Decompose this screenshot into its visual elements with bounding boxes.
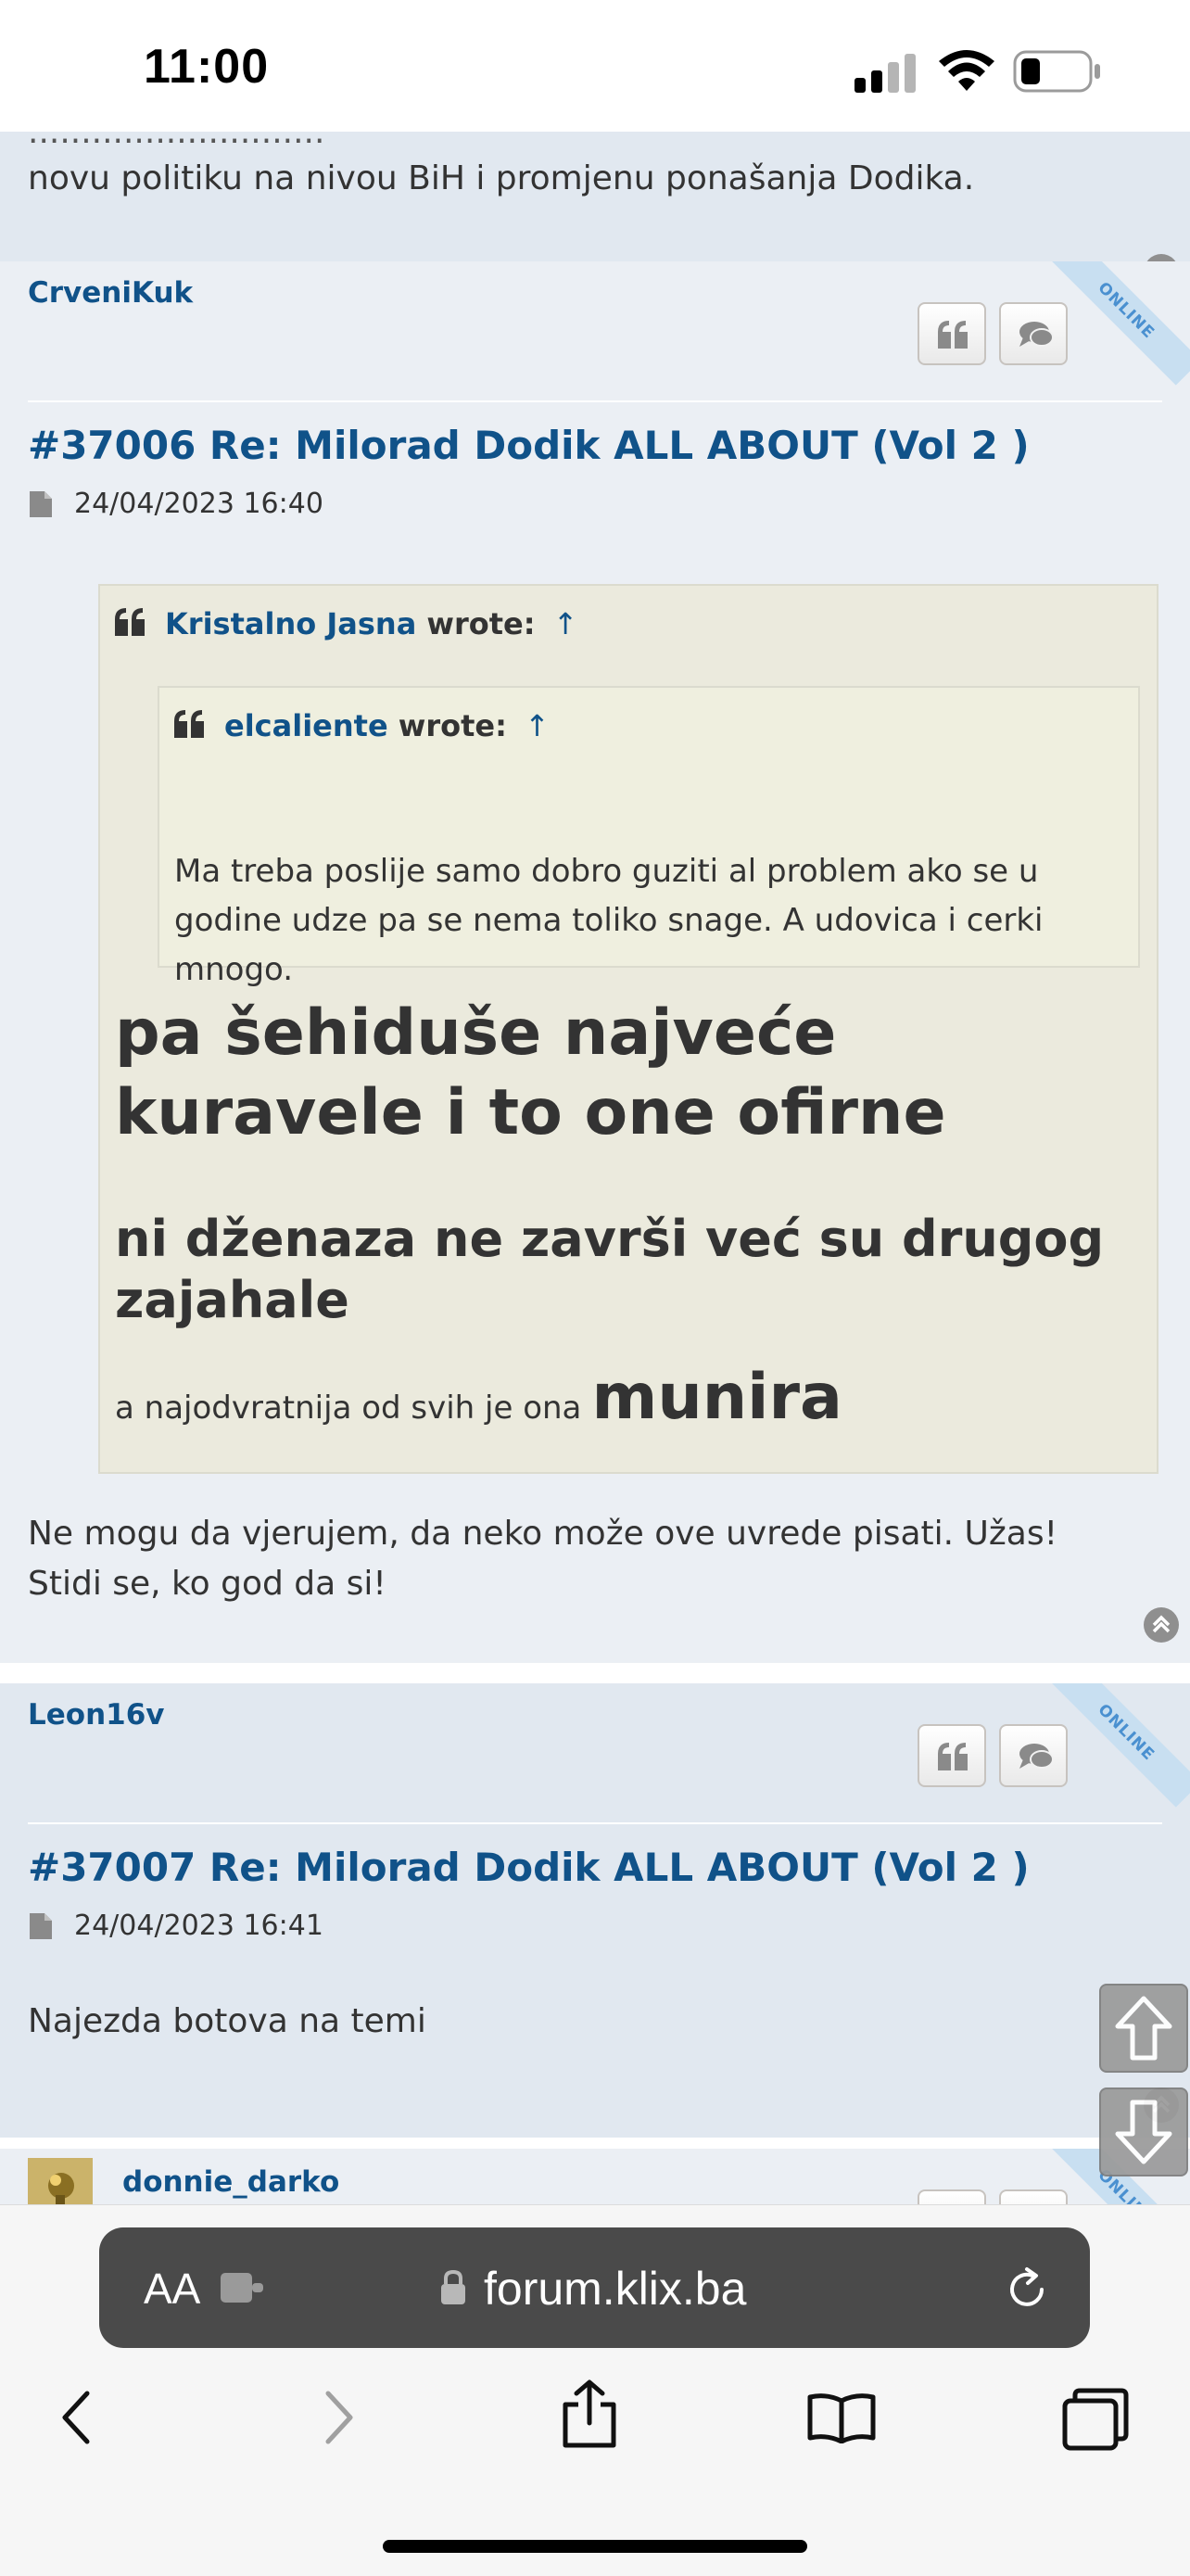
comments-icon [1019,322,1054,347]
post-date: 24/04/2023 16:41 [74,1910,323,1942]
arrow-down-icon [1115,2100,1172,2164]
status-bar: 11:00 [0,0,1190,132]
bookmarks-icon[interactable] [806,2392,877,2443]
post-date: 24/04/2023 16:40 [74,488,323,520]
quote-mark-icon [115,608,145,636]
home-indicator [383,2540,807,2553]
quote-button[interactable] [918,2189,986,2204]
post-author[interactable]: donnie_darko [122,2165,339,2199]
post-body: Najezda botova na temi [28,2002,426,2040]
inner-quote: elcaliente wrote: ↑ Ma treba poslije sam… [158,686,1140,988]
quote-button[interactable] [918,1724,986,1787]
previous-post-text: novu politiku na nivou BiH i promjenu po… [28,159,975,197]
online-badge: ONLINE [1051,1683,1190,1808]
document-icon [30,491,52,517]
cellular-signal-icon [855,54,916,93]
share-icon[interactable] [560,2379,619,2449]
post-divider [28,400,1162,402]
quote-icon [938,321,968,349]
post-divider [28,1822,1162,1824]
text-size-button[interactable]: AA [144,2264,200,2314]
lock-icon [441,2269,465,2304]
arrow-up-icon [1115,1996,1172,2061]
quote-source-link[interactable]: ↑ [525,708,550,743]
outer-quote: Kristalno Jasna wrote: ↑ elcaliente wrot… [98,584,1158,1474]
quote-icon [938,1743,968,1770]
quote-big-word: munira [591,1361,842,1434]
forward-icon[interactable] [321,2388,358,2447]
post-37007: Leon16v ONLINE #37007 Re: Milorad Dodik … [0,1683,1190,2138]
quote-source-link[interactable]: ↑ [553,606,578,641]
quote-mark-icon [174,710,204,738]
inner-quote-text: Ma treba poslije samo dobro guziti al pr… [174,853,1044,988]
quote-small-text: a najodvratnija od svih je ona [115,1390,582,1427]
post-title[interactable]: #37007 Re: Milorad Dodik ALL ABOUT (Vol … [28,1845,1030,1890]
post-body: Ne mogu da vjerujem, da neko može ove uv… [28,1515,1058,1603]
quote-large-line-2: ni dženaza ne završi već su drugog zajah… [115,1210,1105,1329]
inner-quote-header: elcaliente wrote: ↑ [224,708,550,743]
reply-button[interactable] [999,302,1068,365]
comments-icon [1019,1744,1054,1769]
scroll-up-button[interactable] [1099,1984,1188,2073]
extension-icon[interactable] [219,2269,267,2306]
post-37006: CrveniKuk ONLINE #37006 Re: Milorad Dodi… [0,261,1190,1663]
wifi-icon [939,50,994,91]
online-badge: ONLINE [1051,261,1190,386]
quote-large-line-1: pa šehiduše najveće kuravele i to one of… [115,996,946,1149]
quote-last-line: a najodvratnija od svih je ona munira [115,1361,842,1434]
url-text[interactable]: forum.klix.ba [484,2262,746,2316]
status-time: 11:00 [144,40,270,94]
post-partial: donnie_darko ONLINE [0,2149,1190,2204]
post-author[interactable]: Leon16v [28,1698,165,1732]
quote-wrote-label: wrote: [398,708,507,743]
quote-author-link[interactable]: Kristalno Jasna [165,606,416,641]
post-title[interactable]: #37006 Re: Milorad Dodik ALL ABOUT (Vol … [28,423,1030,468]
document-icon [30,1913,52,1939]
reload-icon[interactable] [1005,2265,1051,2314]
scroll-down-button[interactable] [1099,2087,1188,2176]
forum-content[interactable]: ............................ novu politi… [0,132,1190,2204]
back-icon[interactable] [57,2388,95,2447]
quote-header: Kristalno Jasna wrote: ↑ [165,606,578,641]
battery-icon [1013,50,1100,93]
avatar[interactable] [28,2158,93,2204]
reply-button[interactable] [999,1724,1068,1787]
post-author[interactable]: CrveniKuk [28,276,193,310]
quote-wrote-label: wrote: [426,606,536,641]
quote-author-link[interactable]: elcaliente [224,708,388,743]
back-to-top-icon[interactable] [1144,1607,1179,1643]
quote-button[interactable] [918,302,986,365]
reply-button[interactable] [999,2189,1068,2204]
tabs-icon[interactable] [1062,2388,1129,2451]
